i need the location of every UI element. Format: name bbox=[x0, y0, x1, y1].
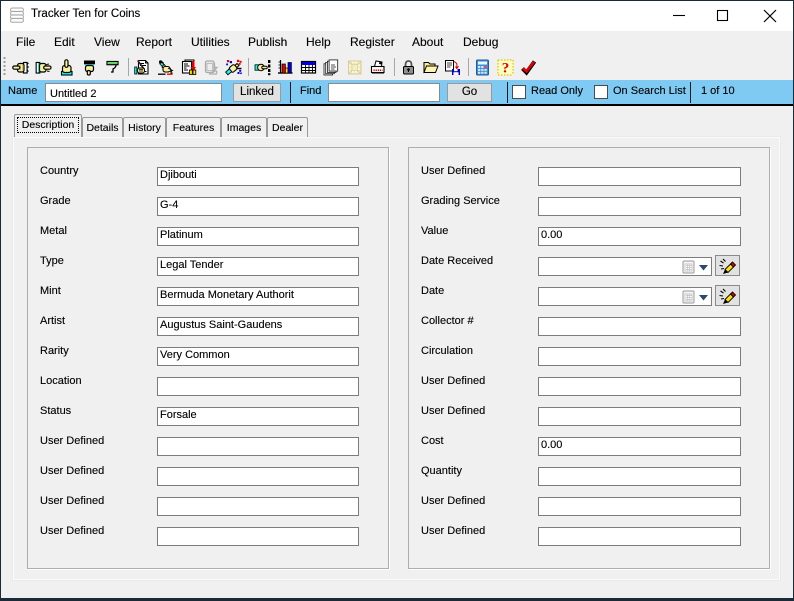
svg-text:?: ? bbox=[502, 61, 510, 77]
